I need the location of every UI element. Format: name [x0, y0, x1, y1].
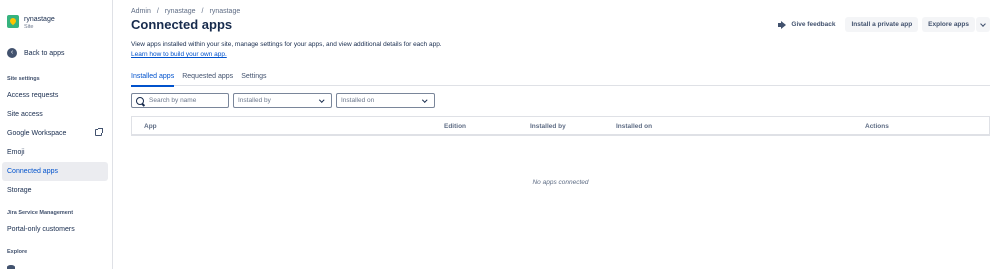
breadcrumb-separator: /: [156, 8, 159, 15]
tab-bar: Installed apps Requested apps Settings: [131, 73, 990, 87]
learn-more-link[interactable]: Learn how to build your own app.: [131, 51, 227, 58]
chevron-down-icon: [421, 97, 427, 102]
column-header-actions: Actions: [865, 123, 889, 130]
chevron-down-icon: [980, 20, 986, 27]
sidebar-item-access-requests[interactable]: Access requests: [2, 86, 108, 105]
explore-apps-label: Explore apps: [928, 21, 969, 28]
apps-table: App Edition Installed by Installed on Ac…: [131, 116, 990, 136]
column-header-installed-by[interactable]: Installed by: [530, 123, 566, 130]
sidebar-item-storage[interactable]: Storage: [2, 181, 108, 200]
tab-requested-apps[interactable]: Requested apps: [182, 73, 233, 86]
breadcrumb: Admin / rynastage / rynastage: [131, 8, 246, 15]
megaphone-icon: [778, 21, 787, 29]
breadcrumb-org[interactable]: rynastage: [165, 8, 196, 15]
sidebar-item-label: Portal-only customers: [7, 226, 75, 233]
install-private-app-label: Install a private app: [851, 21, 913, 28]
sidebar-item-portal-only-customers[interactable]: Portal-only customers: [2, 220, 108, 239]
column-header-edition[interactable]: Edition: [444, 123, 466, 130]
breadcrumb-admin[interactable]: Admin: [131, 8, 151, 15]
give-feedback-button[interactable]: Give feedback: [772, 17, 841, 32]
sidebar-item-site-access[interactable]: Site access: [2, 105, 108, 124]
sidebar-item-label: Storage: [7, 187, 32, 194]
installed-on-select[interactable]: Installed on: [336, 93, 435, 108]
sidebar-item-label: Connected apps: [7, 168, 58, 175]
empty-state-message: No apps connected: [532, 179, 589, 186]
tab-installed-apps[interactable]: Installed apps: [131, 73, 175, 87]
breadcrumb-separator: /: [201, 8, 204, 15]
explore-item-icon: [7, 265, 15, 269]
column-header-app[interactable]: App: [144, 123, 157, 130]
arrow-left-icon: ‹: [7, 48, 17, 58]
sidebar-item-emoji[interactable]: Emoji: [2, 143, 108, 162]
explore-apps-dropdown-button[interactable]: [976, 17, 990, 32]
site-name: rynastage: [24, 16, 55, 23]
site-switcher[interactable]: rynastage Site: [7, 15, 55, 31]
installed-on-select-label: Installed on: [341, 97, 375, 104]
external-link-icon: [95, 128, 103, 136]
section-title-explore: Explore: [7, 249, 28, 255]
breadcrumb-site[interactable]: rynastage: [210, 8, 241, 15]
column-header-installed-on[interactable]: Installed on: [616, 123, 652, 130]
section-title-site-settings: Site settings: [7, 76, 40, 82]
page-title: Connected apps: [131, 17, 233, 32]
chevron-down-icon: [318, 97, 324, 102]
back-to-apps-button[interactable]: ‹ Back to apps: [7, 47, 64, 59]
search-field[interactable]: [131, 93, 229, 108]
back-to-apps-label: Back to apps: [24, 49, 65, 57]
sidebar-item-label: Access requests: [7, 92, 59, 99]
sidebar-item-label: Google Workspace: [7, 130, 67, 137]
install-private-app-button[interactable]: Install a private app: [845, 17, 919, 32]
filters: Installed by Installed on: [131, 93, 435, 108]
search-icon: [136, 96, 144, 105]
give-feedback-label: Give feedback: [791, 21, 836, 28]
sidebar-item-google-workspace[interactable]: Google Workspace: [2, 124, 108, 143]
site-logo-icon: [7, 15, 19, 28]
installed-by-select-label: Installed by: [238, 97, 271, 104]
search-input[interactable]: [149, 97, 224, 104]
section-title-jsm: Jira Service Management: [7, 210, 74, 216]
header-actions: Give feedback Install a private app Expl…: [768, 17, 990, 32]
sidebar-item-label: Site access: [7, 111, 43, 118]
explore-apps-button[interactable]: Explore apps: [922, 17, 975, 32]
sidebar-item-label: Emoji: [7, 149, 25, 156]
page-description: View apps installed within your site, ma…: [131, 40, 442, 60]
installed-by-select[interactable]: Installed by: [233, 93, 332, 108]
sidebar-item-connected-apps[interactable]: Connected apps: [2, 162, 108, 181]
tab-settings[interactable]: Settings: [241, 73, 266, 86]
sidebar: rynastage Site ‹ Back to apps Site setti…: [0, 0, 113, 269]
description-text: View apps installed within your site, ma…: [131, 41, 442, 48]
site-type: Site: [24, 24, 34, 30]
